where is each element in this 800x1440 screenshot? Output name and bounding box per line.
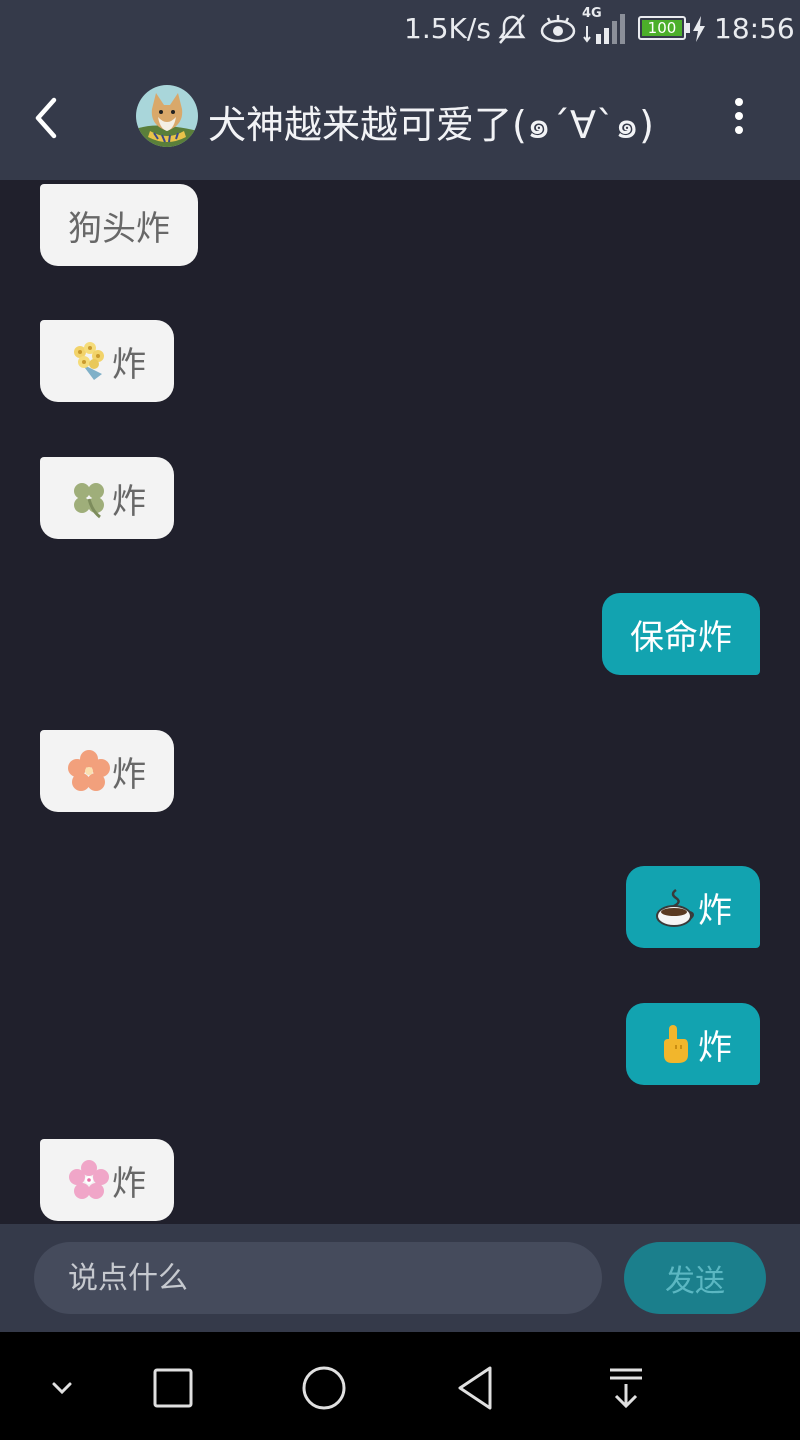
message-text: 炸 [112,481,146,522]
back-button[interactable] [28,90,68,146]
network-speed: 1.5K/s [404,12,491,45]
status-bar: 1.5K/s 4G 100 18:56 [0,0,800,60]
system-navigation-bar [0,1332,800,1440]
message-text: 炸 [112,344,146,385]
pointing-up-hand-icon [664,1025,688,1063]
message-bubble-incoming[interactable]: 狗头炸 [40,184,198,266]
message-bubble-outgoing[interactable]: 炸 [626,1003,760,1085]
message-text: 炸 [698,890,732,931]
message-input[interactable] [34,1242,602,1314]
chevron-down-icon[interactable] [32,1358,92,1418]
message-bubble-outgoing[interactable]: 炸 [626,866,760,948]
more-options-icon[interactable] [724,96,754,136]
battery-level: 100 [647,18,677,37]
cherry-blossom-icon [69,1160,109,1199]
message-bubble-incoming[interactable]: 炸 [40,1139,174,1221]
home-icon[interactable] [294,1358,354,1418]
message-bubble-incoming[interactable]: 炸 [40,730,174,812]
recent-apps-icon[interactable] [143,1358,203,1418]
hibiscus-icon [68,750,110,791]
signal-icon: 4G [582,6,628,46]
avatar[interactable] [136,85,198,147]
charging-icon [693,16,705,42]
composer-bar: 发送 [0,1224,800,1332]
four-leaf-clover-icon [74,483,104,519]
message-text: 保命炸 [630,617,732,658]
bouquet-icon [74,342,104,380]
message-bubble-incoming[interactable]: 炸 [40,457,174,539]
message-bubble-incoming[interactable]: 炸 [40,320,174,402]
message-bubble-outgoing[interactable]: 保命炸 [602,593,760,675]
back-navigation-icon[interactable] [446,1358,506,1418]
message-list[interactable]: 狗头炸 炸 炸 保命炸 炸 炸 炸 炸 [0,180,800,1224]
message-text: 狗头炸 [68,208,170,249]
mute-icon [498,14,526,44]
message-text: 炸 [112,754,146,795]
notification-pulldown-icon[interactable] [596,1358,656,1418]
message-text: 炸 [112,1163,146,1204]
send-button[interactable]: 发送 [624,1242,766,1314]
message-text: 炸 [698,1027,732,1068]
clock: 18:56 [714,12,795,45]
hot-beverage-icon [656,888,694,927]
chat-title: 犬神越来越可爱了(๑´∀`๑) [208,103,654,147]
chat-header: 犬神越来越可爱了(๑´∀`๑) [0,60,800,180]
eye-icon [540,15,576,43]
battery-icon: 100 [638,12,706,46]
